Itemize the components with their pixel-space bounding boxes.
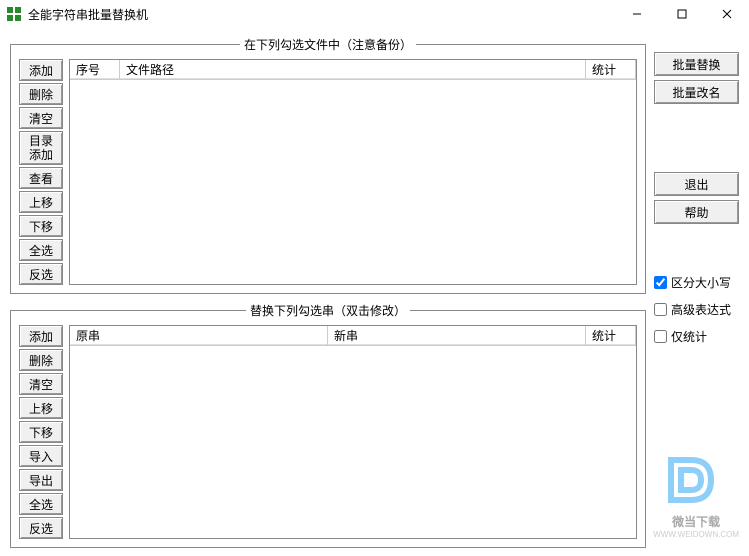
- case-sensitive-checkbox[interactable]: 区分大小写: [654, 274, 739, 291]
- watermark-logo-icon: [661, 450, 731, 510]
- files-col-index[interactable]: 序号: [70, 60, 120, 79]
- strings-col-stat[interactable]: 统计: [586, 326, 636, 345]
- case-sensitive-input[interactable]: [654, 276, 667, 289]
- advanced-expr-input[interactable]: [654, 303, 667, 316]
- case-sensitive-label: 区分大小写: [671, 274, 731, 291]
- strings-import-button[interactable]: 导入: [19, 445, 63, 467]
- strings-panel-legend: 替换下列勾选串（双击修改）: [246, 302, 410, 319]
- strings-export-button[interactable]: 导出: [19, 469, 63, 491]
- advanced-expr-checkbox[interactable]: 高级表达式: [654, 301, 739, 318]
- stat-only-input[interactable]: [654, 330, 667, 343]
- strings-panel: 替换下列勾选串（双击修改） 添加 删除 清空 上移 下移 导入 导出 全选 反选…: [10, 302, 646, 548]
- strings-col-new[interactable]: 新串: [328, 326, 586, 345]
- strings-col-orig[interactable]: 原串: [70, 326, 328, 345]
- titlebar: 全能字符串批量替换机: [0, 0, 749, 28]
- strings-invert-button[interactable]: 反选: [19, 517, 63, 539]
- files-panel: 在下列勾选文件中（注意备份） 添加 删除 清空 目录 添加 查看 上移 下移 全…: [10, 36, 646, 294]
- files-panel-legend: 在下列勾选文件中（注意备份）: [240, 36, 416, 53]
- strings-selectall-button[interactable]: 全选: [19, 493, 63, 515]
- strings-delete-button[interactable]: 删除: [19, 349, 63, 371]
- files-clear-button[interactable]: 清空: [19, 107, 63, 129]
- files-list-body[interactable]: [70, 80, 636, 284]
- strings-movedown-button[interactable]: 下移: [19, 421, 63, 443]
- strings-clear-button[interactable]: 清空: [19, 373, 63, 395]
- batch-replace-button[interactable]: 批量替换: [654, 52, 739, 76]
- files-view-button[interactable]: 查看: [19, 167, 63, 189]
- batch-rename-button[interactable]: 批量改名: [654, 80, 739, 104]
- files-selectall-button[interactable]: 全选: [19, 239, 63, 261]
- strings-add-button[interactable]: 添加: [19, 325, 63, 347]
- close-button[interactable]: [704, 0, 749, 28]
- minimize-button[interactable]: [614, 0, 659, 28]
- files-list-header: 序号 文件路径 统计: [70, 60, 636, 80]
- exit-button[interactable]: 退出: [654, 172, 739, 196]
- watermark-text2: WWW.WEIDOWN.COM: [653, 530, 739, 539]
- files-list[interactable]: 序号 文件路径 统计: [69, 59, 637, 285]
- strings-moveup-button[interactable]: 上移: [19, 397, 63, 419]
- strings-side-buttons: 添加 删除 清空 上移 下移 导入 导出 全选 反选: [19, 325, 63, 539]
- maximize-button[interactable]: [659, 0, 704, 28]
- stat-only-label: 仅统计: [671, 328, 707, 345]
- strings-list-header: 原串 新串 统计: [70, 326, 636, 346]
- files-invert-button[interactable]: 反选: [19, 263, 63, 285]
- files-moveup-button[interactable]: 上移: [19, 191, 63, 213]
- files-add-button[interactable]: 添加: [19, 59, 63, 81]
- advanced-expr-label: 高级表达式: [671, 301, 731, 318]
- window-title: 全能字符串批量替换机: [28, 6, 614, 23]
- window-controls: [614, 0, 749, 28]
- files-col-stat[interactable]: 统计: [586, 60, 636, 79]
- watermark: 微当下载 WWW.WEIDOWN.COM: [653, 450, 739, 539]
- stat-only-checkbox[interactable]: 仅统计: [654, 328, 739, 345]
- files-movedown-button[interactable]: 下移: [19, 215, 63, 237]
- watermark-text1: 微当下载: [653, 513, 739, 530]
- strings-list[interactable]: 原串 新串 统计: [69, 325, 637, 539]
- files-add-dir-button[interactable]: 目录 添加: [19, 131, 63, 165]
- files-col-path[interactable]: 文件路径: [120, 60, 586, 79]
- files-delete-button[interactable]: 删除: [19, 83, 63, 105]
- help-button[interactable]: 帮助: [654, 200, 739, 224]
- files-side-buttons: 添加 删除 清空 目录 添加 查看 上移 下移 全选 反选: [19, 59, 63, 285]
- app-icon: [6, 6, 22, 22]
- strings-list-body[interactable]: [70, 346, 636, 538]
